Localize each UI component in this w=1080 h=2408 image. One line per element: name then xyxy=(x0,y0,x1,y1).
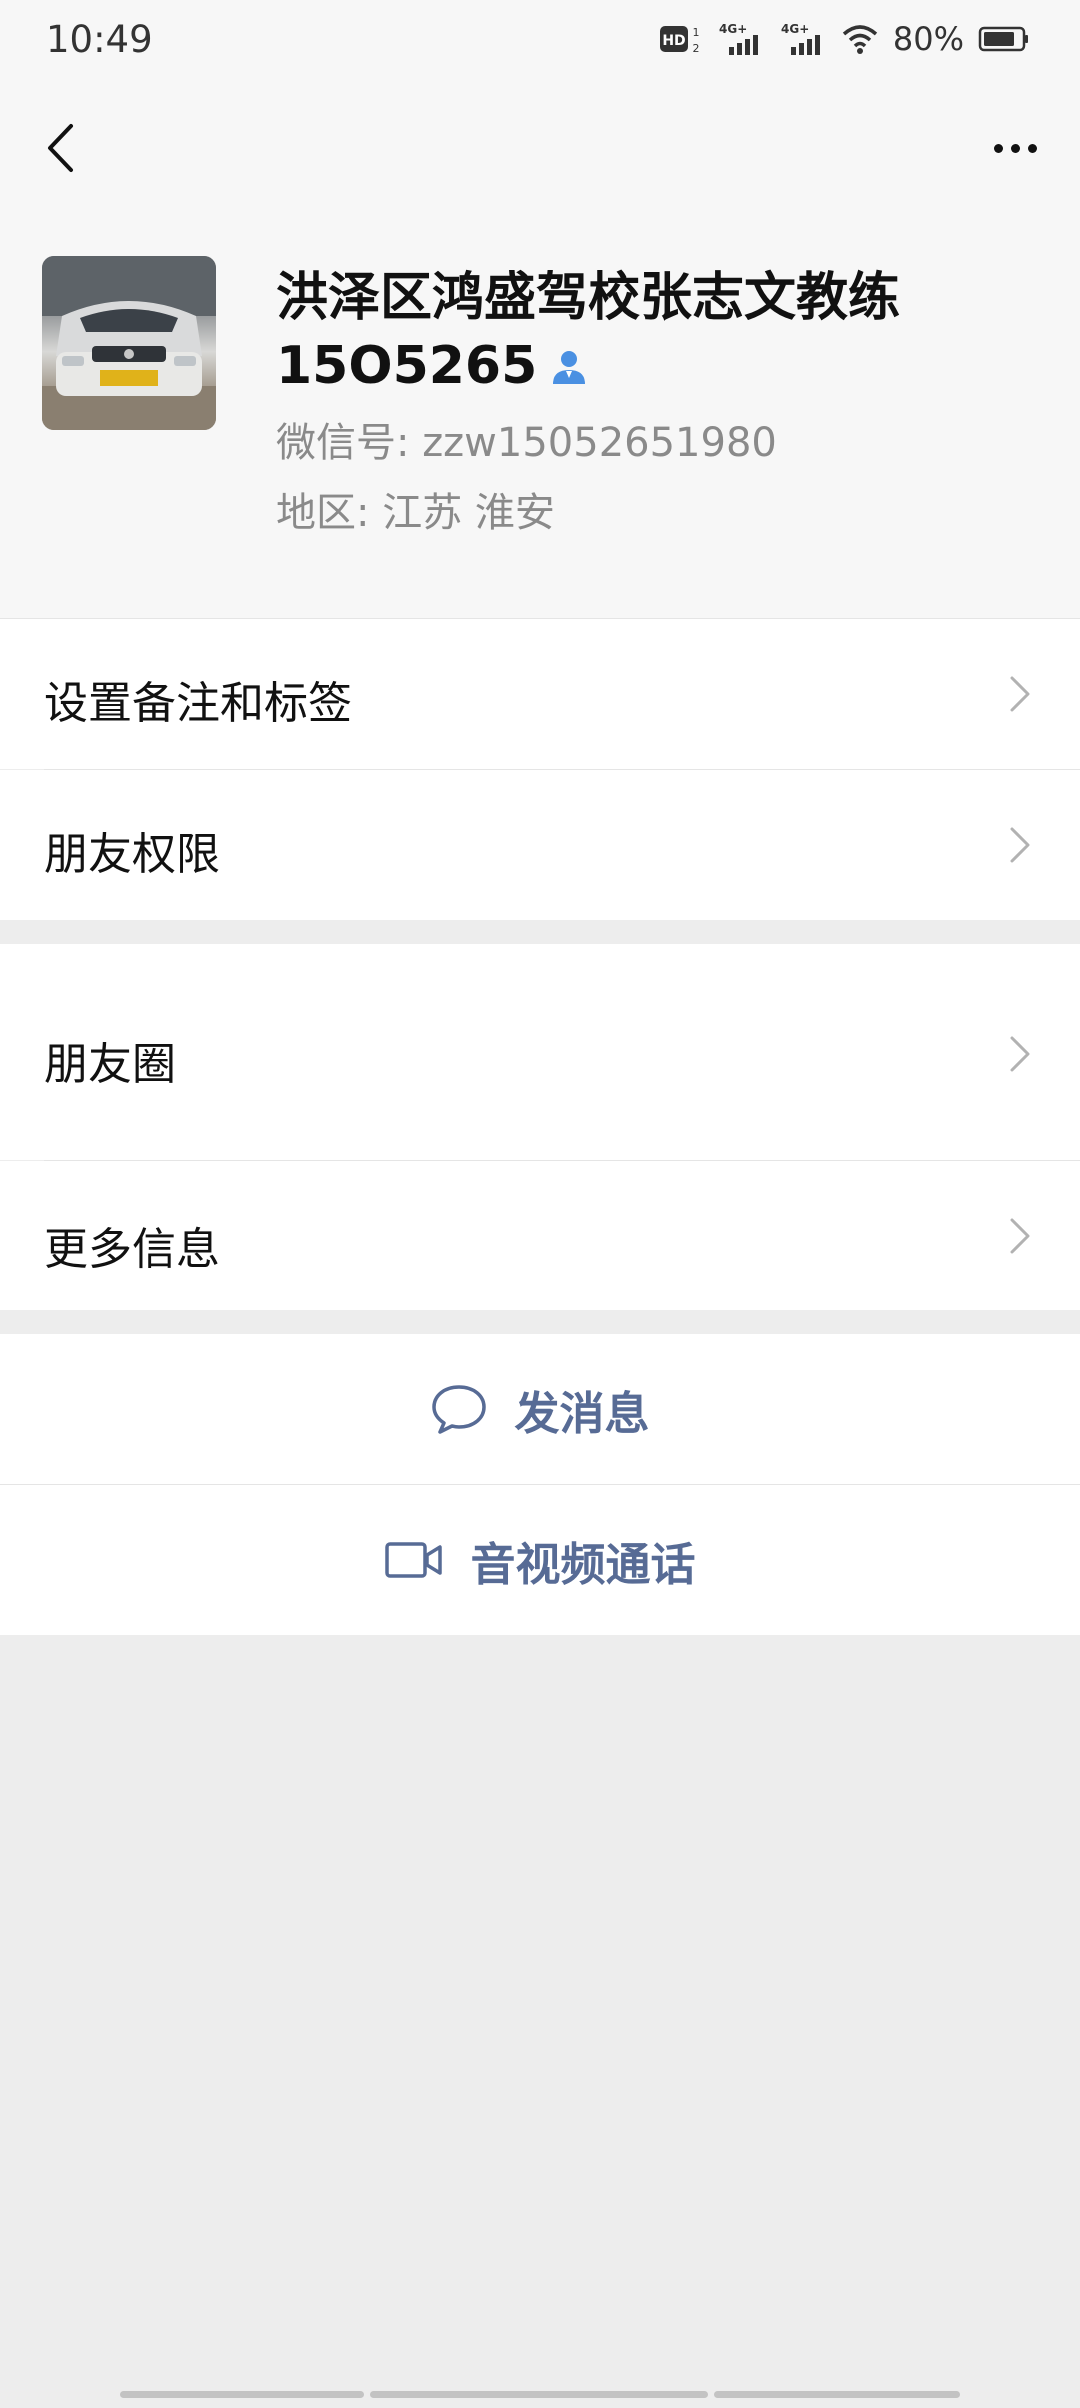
car-photo-icon xyxy=(42,256,216,430)
battery-icon xyxy=(978,25,1030,53)
svg-text:1: 1 xyxy=(692,26,699,39)
video-camera-icon xyxy=(385,1542,443,1578)
list-item-remark-tags[interactable]: 设置备注和标签 xyxy=(0,619,1080,769)
nav-bar xyxy=(0,84,1080,212)
moments-label: 朋友圈 xyxy=(44,1039,176,1090)
wechat-id: 微信号: zzw15052651980 xyxy=(276,420,777,466)
wifi-icon xyxy=(841,23,879,55)
chevron-right-icon xyxy=(1010,827,1030,863)
hd-icon: HD 1 2 xyxy=(659,22,703,56)
profile-name: 洪泽区鸿盛驾校张志文教练15O5265 xyxy=(276,264,1036,403)
chevron-right-icon xyxy=(1010,676,1030,712)
region: 地区: 江苏 淮安 xyxy=(276,490,555,536)
avatar[interactable] xyxy=(42,256,216,430)
signal-4g-icon-1: 4G+ xyxy=(717,21,765,57)
ellipsis-dot xyxy=(1010,143,1020,153)
svg-text:4G+: 4G+ xyxy=(719,22,747,36)
chevron-left-icon xyxy=(48,124,73,172)
more-options-button[interactable] xyxy=(980,118,1050,178)
voice-video-call-button[interactable]: 音视频通话 xyxy=(0,1485,1080,1635)
nav-gesture-bar[interactable] xyxy=(714,2391,960,2398)
remark-tags-label: 设置备注和标签 xyxy=(44,678,352,729)
svg-text:4G+: 4G+ xyxy=(781,22,809,36)
nav-gesture-bar[interactable] xyxy=(120,2391,364,2398)
list-item-friend-permissions[interactable]: 朋友权限 xyxy=(0,770,1080,920)
svg-text:2: 2 xyxy=(692,42,699,55)
chevron-right-icon xyxy=(1010,1218,1030,1254)
battery-percent: 80% xyxy=(892,20,964,58)
status-icons: HD 1 2 4G+ 4G+ 80% xyxy=(659,20,1030,58)
svg-text:HD: HD xyxy=(662,33,685,49)
contact-profile-page: 10:49 HD 1 2 4G+ 4G+ 80% 洪泽区鸿盛驾校张志文教练15O… xyxy=(0,0,1080,2408)
friend-permissions-label: 朋友权限 xyxy=(44,829,220,880)
ellipsis-icon xyxy=(993,143,1003,153)
list-item-more-info[interactable]: 更多信息 xyxy=(0,1161,1080,1310)
profile-header: 洪泽区鸿盛驾校张志文教练15O5265 微信号: zzw15052651980 … xyxy=(0,212,1080,618)
ellipsis-dot xyxy=(1027,143,1037,153)
more-info-label: 更多信息 xyxy=(44,1224,220,1275)
signal-4g-icon-2: 4G+ xyxy=(779,21,827,57)
send-message-button[interactable]: 发消息 xyxy=(0,1334,1080,1484)
status-bar: 10:49 HD 1 2 4G+ 4G+ 80% xyxy=(0,0,1080,84)
back-button[interactable] xyxy=(30,118,90,178)
person-icon xyxy=(549,335,589,403)
voice-video-call-label: 音视频通话 xyxy=(470,1537,696,1591)
nav-gesture-bar[interactable] xyxy=(370,2391,708,2398)
status-time: 10:49 xyxy=(46,18,153,61)
chevron-right-icon xyxy=(1010,1036,1030,1072)
chat-bubble-icon xyxy=(432,1385,487,1434)
send-message-label: 发消息 xyxy=(514,1386,650,1440)
list-item-moments[interactable]: 朋友圈 xyxy=(0,944,1080,1160)
